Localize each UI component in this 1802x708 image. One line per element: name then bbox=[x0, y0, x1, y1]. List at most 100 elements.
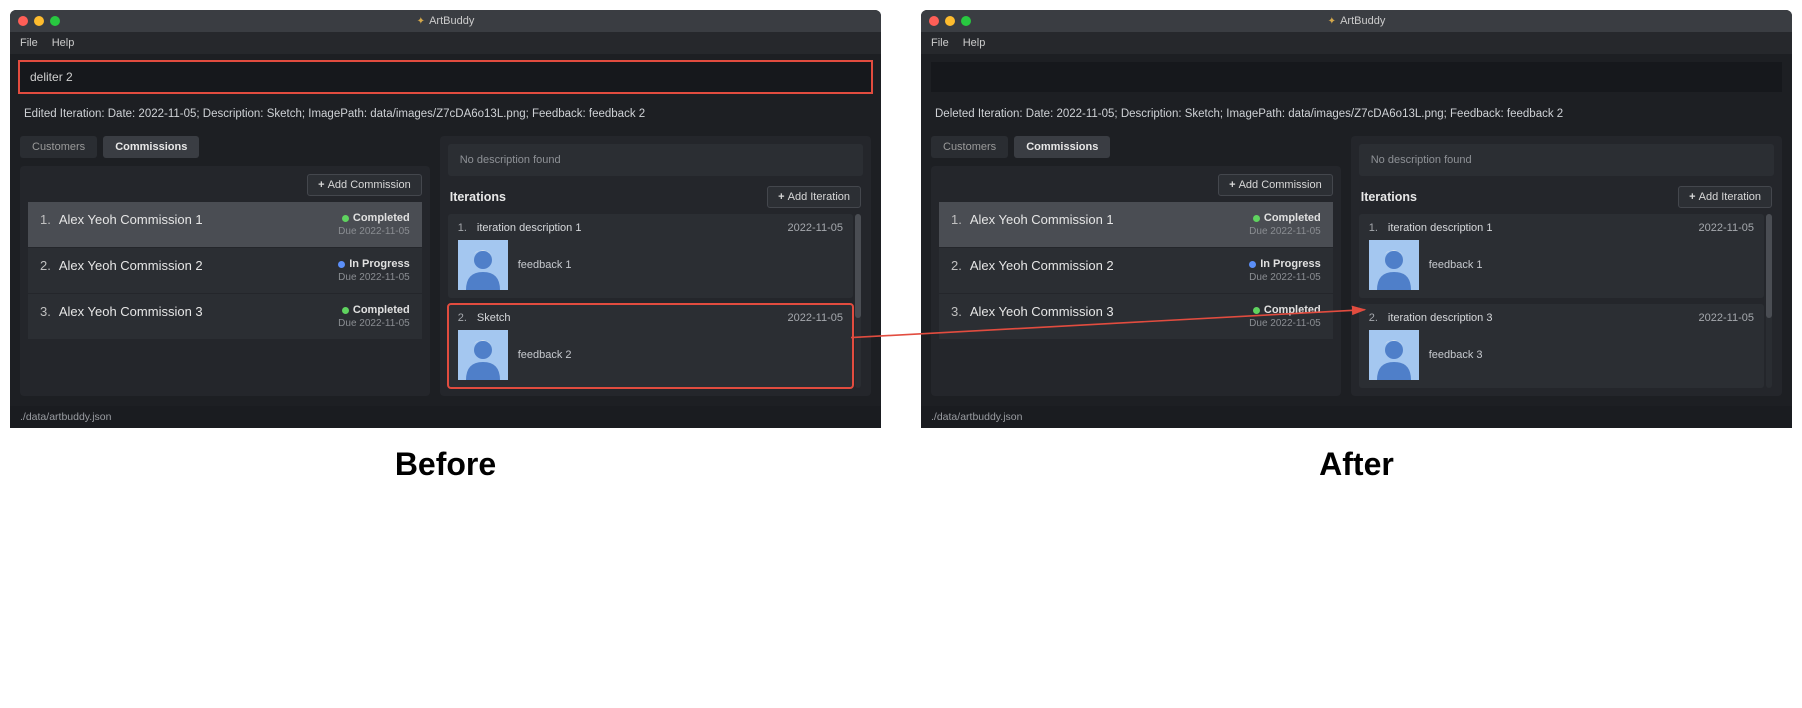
command-row bbox=[921, 54, 1792, 98]
commission-meta: In ProgressDue 2022-11-05 bbox=[338, 258, 410, 283]
app-title: ArtBuddy bbox=[1328, 15, 1386, 27]
iteration-body: feedback 1 bbox=[1369, 240, 1754, 290]
iterations-header: Iterations Add Iteration bbox=[448, 186, 863, 208]
commission-item[interactable]: 3.Alex Yeoh Commission 3CompletedDue 202… bbox=[28, 294, 422, 339]
tab-customers[interactable]: Customers bbox=[20, 136, 97, 158]
iteration-date: 2022-11-05 bbox=[788, 222, 843, 234]
iteration-list: 1. iteration description 1 2022-11-05 feedb… bbox=[448, 214, 863, 388]
commission-index: 1. bbox=[40, 212, 51, 227]
iteration-index: 1. bbox=[458, 222, 467, 234]
command-input[interactable] bbox=[20, 62, 871, 92]
commission-due: Due 2022-11-05 bbox=[1249, 226, 1321, 237]
iteration-body: feedback 1 bbox=[458, 240, 843, 290]
iteration-date: 2022-11-05 bbox=[1699, 222, 1754, 234]
iteration-desc: iteration description 1 bbox=[477, 222, 582, 234]
comparison-container: ArtBuddy File Help Edited Iteration: Dat… bbox=[10, 10, 1792, 483]
commission-title: Alex Yeoh Commission 1 bbox=[970, 212, 1114, 227]
commission-item[interactable]: 2. Alex Yeoh Commission 2 In ProgressDue 2… bbox=[28, 248, 422, 293]
commission-meta: CompletedDue 2022-11-05 bbox=[1249, 304, 1321, 329]
status-dot-icon bbox=[1249, 261, 1256, 268]
commission-status: Completed bbox=[1264, 304, 1321, 316]
menu-help[interactable]: Help bbox=[52, 37, 75, 49]
iteration-list: 1.iteration description 12022-11-05feedb… bbox=[1359, 214, 1774, 388]
scrollbar[interactable] bbox=[1766, 214, 1772, 388]
iterations-title: Iterations bbox=[1361, 190, 1417, 204]
menu-help[interactable]: Help bbox=[963, 37, 986, 49]
commission-item[interactable]: 3.Alex Yeoh Commission 3CompletedDue 202… bbox=[939, 294, 1333, 339]
iteration-item[interactable]: 1.iteration description 12022-11-05feedb… bbox=[1359, 214, 1764, 298]
command-input[interactable] bbox=[931, 62, 1782, 92]
before-column: ArtBuddy File Help Edited Iteration: Dat… bbox=[10, 10, 881, 483]
maximize-icon[interactable] bbox=[961, 16, 971, 26]
iteration-feedback: feedback 1 bbox=[1429, 259, 1483, 271]
window-after: ArtBuddy File Help Deleted Iteration: Da… bbox=[921, 10, 1792, 428]
body: Edited Iteration: Date: 2022-11-05; Desc… bbox=[10, 54, 881, 428]
maximize-icon[interactable] bbox=[50, 16, 60, 26]
menu-file[interactable]: File bbox=[931, 37, 949, 49]
add-iteration-button[interactable]: Add Iteration bbox=[767, 186, 861, 208]
commission-meta: CompletedDue 2022-11-05 bbox=[338, 212, 410, 237]
avatar-icon bbox=[458, 240, 508, 290]
add-commission-button[interactable]: Add Commission bbox=[307, 174, 422, 196]
commission-meta: In ProgressDue 2022-11-05 bbox=[1249, 258, 1321, 283]
commission-index: 2. bbox=[951, 258, 962, 273]
commissions-pane: Add Commission 1. Alex Yeoh Commission 1 C… bbox=[20, 166, 430, 396]
iteration-feedback: feedback 3 bbox=[1429, 349, 1483, 361]
close-icon[interactable] bbox=[18, 16, 28, 26]
iteration-item[interactable]: 2.iteration description 32022-11-05feedb… bbox=[1359, 304, 1764, 388]
description-box: No description found bbox=[448, 144, 863, 176]
traffic-lights bbox=[929, 16, 971, 26]
commission-due: Due 2022-11-05 bbox=[338, 272, 410, 283]
add-commission-button[interactable]: Add Commission bbox=[1218, 174, 1333, 196]
status-message: Edited Iteration: Date: 2022-11-05; Desc… bbox=[10, 98, 881, 136]
close-icon[interactable] bbox=[929, 16, 939, 26]
iterations-title: Iterations bbox=[450, 190, 506, 204]
commission-title: Alex Yeoh Commission 3 bbox=[970, 304, 1114, 319]
commissions-pane: Add Commission 1.Alex Yeoh Commission 1C… bbox=[931, 166, 1341, 396]
tabs: Customers Commissions bbox=[20, 136, 430, 158]
scrollbar-thumb[interactable] bbox=[1766, 214, 1772, 318]
minimize-icon[interactable] bbox=[34, 16, 44, 26]
tab-commissions[interactable]: Commissions bbox=[103, 136, 199, 158]
traffic-lights bbox=[18, 16, 60, 26]
iteration-header: 1. iteration description 1 2022-11-05 bbox=[458, 222, 843, 234]
commission-list: 1. Alex Yeoh Commission 1 CompletedDue 202… bbox=[28, 202, 422, 339]
menu-file[interactable]: File bbox=[20, 37, 38, 49]
iteration-desc: Sketch bbox=[477, 312, 511, 324]
commission-title: Alex Yeoh Commission 2 bbox=[59, 258, 203, 273]
left-pane: Customers Commissions Add Commission 1.A… bbox=[20, 136, 430, 396]
commission-list: 1.Alex Yeoh Commission 1CompletedDue 202… bbox=[939, 202, 1333, 339]
iteration-desc: iteration description 3 bbox=[1388, 312, 1493, 324]
add-iteration-button[interactable]: Add Iteration bbox=[1678, 186, 1772, 208]
right-pane: No description found Iterations Add Iter… bbox=[1351, 136, 1782, 396]
tab-commissions[interactable]: Commissions bbox=[1014, 136, 1110, 158]
commission-title: Alex Yeoh Commission 1 bbox=[59, 212, 203, 227]
iteration-body: feedback 2 bbox=[458, 330, 843, 380]
status-dot-icon bbox=[342, 215, 349, 222]
left-pane: Customers Commissions Add Commission 1.A… bbox=[931, 136, 1341, 396]
commission-due: Due 2022-11-05 bbox=[338, 226, 410, 237]
commission-item[interactable]: 1.Alex Yeoh Commission 1CompletedDue 202… bbox=[939, 202, 1333, 247]
commission-status: Completed bbox=[1264, 212, 1321, 224]
scrollbar-thumb[interactable] bbox=[855, 214, 861, 318]
window-before: ArtBuddy File Help Edited Iteration: Dat… bbox=[10, 10, 881, 428]
commission-index: 2. bbox=[40, 258, 51, 273]
command-row bbox=[10, 54, 881, 98]
commission-item[interactable]: 1. Alex Yeoh Commission 1 CompletedDue 202… bbox=[28, 202, 422, 247]
iterations-pane: No description found Iterations Add Iter… bbox=[1351, 136, 1782, 396]
status-dot-icon bbox=[338, 261, 345, 268]
minimize-icon[interactable] bbox=[945, 16, 955, 26]
caption-after: After bbox=[1319, 446, 1394, 483]
iteration-item[interactable]: 2.Sketch2022-11-05feedback 2 bbox=[448, 304, 853, 388]
scrollbar[interactable] bbox=[855, 214, 861, 388]
iteration-item[interactable]: 1. iteration description 1 2022-11-05 feedb… bbox=[448, 214, 853, 298]
after-column: ArtBuddy File Help Deleted Iteration: Da… bbox=[921, 10, 1792, 483]
commission-item[interactable]: 2.Alex Yeoh Commission 2In ProgressDue 2… bbox=[939, 248, 1333, 293]
tab-customers[interactable]: Customers bbox=[931, 136, 1008, 158]
iterations-header: Iterations Add Iteration bbox=[1359, 186, 1774, 208]
tabs: Customers Commissions bbox=[931, 136, 1341, 158]
iteration-header: 2.iteration description 32022-11-05 bbox=[1369, 312, 1754, 324]
iteration-date: 2022-11-05 bbox=[1699, 312, 1754, 324]
iteration-desc: iteration description 1 bbox=[1388, 222, 1493, 234]
main-panes: Customers Commissions Add Commission 1.A… bbox=[10, 136, 881, 406]
